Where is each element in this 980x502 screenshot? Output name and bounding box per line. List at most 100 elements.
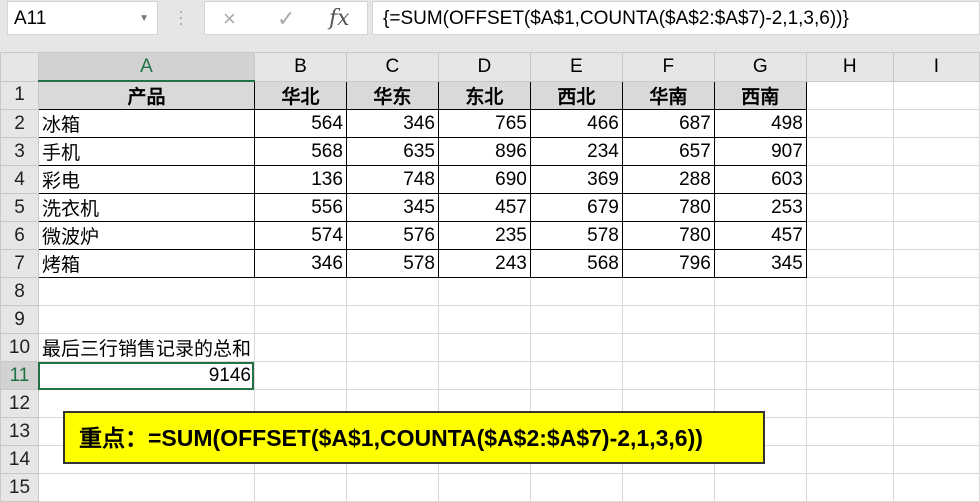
cell[interactable]	[621, 305, 715, 334]
data-cell[interactable]: 748	[345, 165, 439, 194]
data-cell[interactable]: 冰箱	[37, 109, 255, 138]
column-header-E[interactable]: E	[529, 52, 623, 82]
cell[interactable]	[345, 333, 439, 362]
data-cell[interactable]: 369	[529, 165, 623, 194]
cell[interactable]	[805, 333, 894, 362]
cell[interactable]	[892, 361, 980, 390]
cell[interactable]	[621, 361, 715, 390]
cell[interactable]	[621, 473, 715, 502]
cell[interactable]	[892, 109, 980, 138]
header-cell[interactable]: 产品	[37, 80, 255, 110]
cell[interactable]	[805, 473, 894, 502]
fx-icon[interactable]: fx	[329, 6, 350, 31]
data-cell[interactable]: 687	[621, 109, 715, 138]
data-cell[interactable]: 574	[253, 221, 347, 250]
row-header-2[interactable]: 2	[0, 109, 39, 138]
chevron-down-icon[interactable]: ▼	[139, 2, 149, 36]
column-header-H[interactable]: H	[805, 52, 894, 82]
cell[interactable]	[805, 361, 894, 390]
header-cell[interactable]: 西北	[529, 80, 623, 110]
data-cell[interactable]: 346	[345, 109, 439, 138]
cell[interactable]	[805, 80, 894, 110]
data-cell[interactable]: 457	[713, 221, 807, 250]
data-cell[interactable]: 578	[529, 221, 623, 250]
data-cell[interactable]: 洗衣机	[37, 193, 255, 222]
cell[interactable]	[529, 333, 623, 362]
enter-icon[interactable]: ✓	[277, 6, 295, 32]
header-cell[interactable]: 华北	[253, 80, 347, 110]
cell[interactable]	[253, 305, 347, 334]
cell[interactable]	[621, 333, 715, 362]
cell[interactable]	[529, 473, 623, 502]
column-header-G[interactable]: G	[713, 52, 807, 82]
header-cell[interactable]: 东北	[437, 80, 531, 110]
cell[interactable]	[892, 305, 980, 334]
cell[interactable]	[805, 221, 894, 250]
active-result-cell[interactable]: 9146	[37, 361, 255, 390]
label-cell[interactable]: 最后三行销售记录的总和	[37, 333, 255, 362]
data-cell[interactable]: 288	[621, 165, 715, 194]
data-cell[interactable]: 568	[529, 249, 623, 278]
cell[interactable]	[805, 389, 894, 418]
cell[interactable]	[345, 473, 439, 502]
row-header-6[interactable]: 6	[0, 221, 39, 250]
name-box[interactable]: A11 ▼	[7, 1, 158, 35]
cell[interactable]	[805, 445, 894, 474]
cell[interactable]	[37, 305, 255, 334]
column-header-I[interactable]: I	[892, 52, 980, 82]
drag-handle-icon[interactable]: · · ·	[178, 2, 184, 32]
cell[interactable]	[253, 473, 347, 502]
data-cell[interactable]: 346	[253, 249, 347, 278]
data-cell[interactable]: 243	[437, 249, 531, 278]
row-header-10[interactable]: 10	[0, 333, 39, 362]
cell[interactable]	[345, 305, 439, 334]
row-header-5[interactable]: 5	[0, 193, 39, 222]
cell[interactable]	[37, 277, 255, 306]
row-header-4[interactable]: 4	[0, 165, 39, 194]
row-header-1[interactable]: 1	[0, 80, 39, 110]
cell[interactable]	[437, 473, 531, 502]
cell[interactable]	[437, 333, 531, 362]
data-cell[interactable]: 136	[253, 165, 347, 194]
cell[interactable]	[805, 417, 894, 446]
row-header-11[interactable]: 11	[0, 361, 39, 390]
cell[interactable]	[805, 165, 894, 194]
data-cell[interactable]: 手机	[37, 137, 255, 166]
cell[interactable]	[892, 333, 980, 362]
cancel-icon[interactable]: ×	[223, 6, 236, 32]
cell[interactable]	[805, 305, 894, 334]
cell[interactable]	[892, 193, 980, 222]
column-header-D[interactable]: D	[437, 52, 531, 82]
cell[interactable]	[892, 277, 980, 306]
row-header-7[interactable]: 7	[0, 249, 39, 278]
cell[interactable]	[892, 389, 980, 418]
data-cell[interactable]: 635	[345, 137, 439, 166]
cell[interactable]	[713, 333, 807, 362]
cell[interactable]	[892, 473, 980, 502]
cell[interactable]	[805, 193, 894, 222]
data-cell[interactable]: 679	[529, 193, 623, 222]
cell[interactable]	[892, 80, 980, 110]
data-cell[interactable]: 556	[253, 193, 347, 222]
cell[interactable]	[437, 277, 531, 306]
cell[interactable]	[805, 109, 894, 138]
column-header-C[interactable]: C	[345, 52, 439, 82]
cell[interactable]	[713, 361, 807, 390]
row-header-15[interactable]: 15	[0, 473, 39, 502]
header-cell[interactable]: 华南	[621, 80, 715, 110]
data-cell[interactable]: 780	[621, 221, 715, 250]
data-cell[interactable]: 690	[437, 165, 531, 194]
data-cell[interactable]: 微波炉	[37, 221, 255, 250]
cell[interactable]	[345, 361, 439, 390]
cell[interactable]	[892, 137, 980, 166]
cell[interactable]	[529, 277, 623, 306]
data-cell[interactable]: 765	[437, 109, 531, 138]
cell[interactable]	[437, 305, 531, 334]
cell[interactable]	[892, 417, 980, 446]
header-cell[interactable]: 华东	[345, 80, 439, 110]
cell[interactable]	[805, 277, 894, 306]
data-cell[interactable]: 576	[345, 221, 439, 250]
data-cell[interactable]: 253	[713, 193, 807, 222]
data-cell[interactable]: 657	[621, 137, 715, 166]
row-header-3[interactable]: 3	[0, 137, 39, 166]
